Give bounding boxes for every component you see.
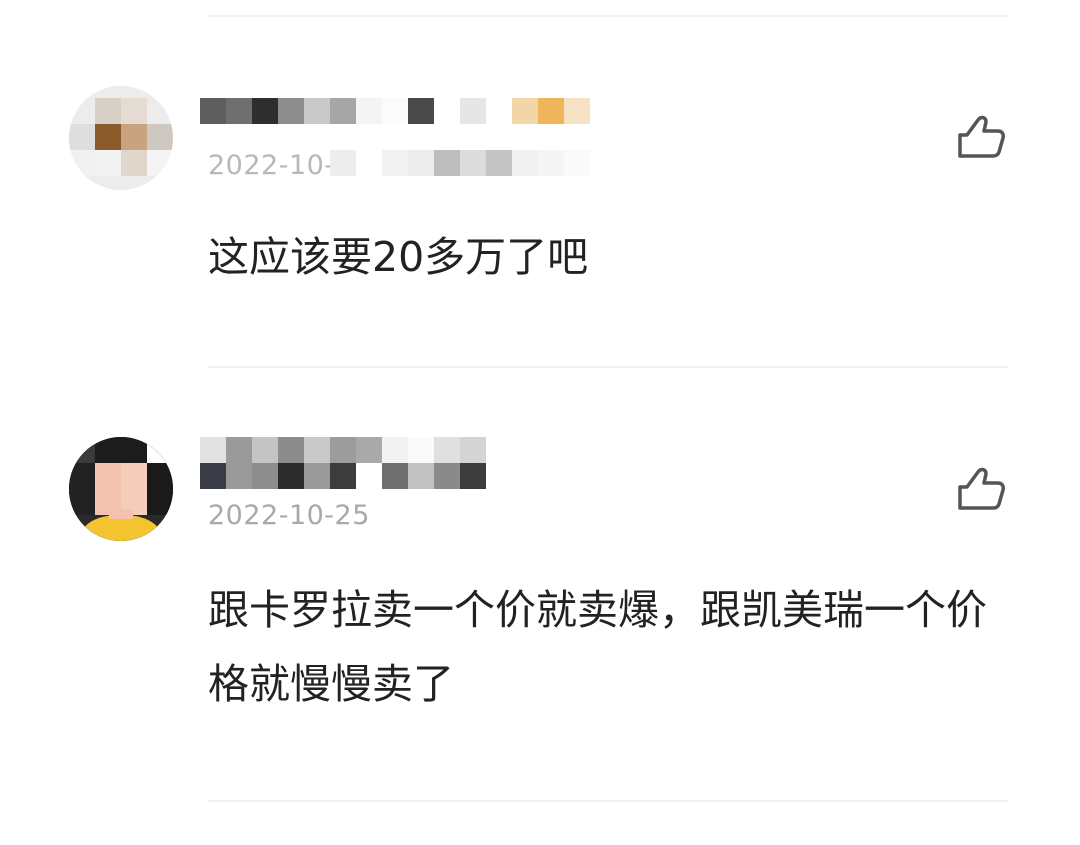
thumbs-up-outline-icon xyxy=(958,115,1005,158)
divider-top xyxy=(208,15,1008,17)
comment-date: 2022-10-25 xyxy=(208,500,370,531)
comment-text: 跟卡罗拉卖一个价就卖爆，跟凯美瑞一个价格就慢慢卖了 xyxy=(208,586,987,708)
thumbs-up-outline-icon xyxy=(958,467,1005,510)
user-avatar[interactable] xyxy=(69,86,173,190)
user-avatar[interactable] xyxy=(69,437,173,541)
comment-list: 2022-10-2 这应该要20多万了吧 2022-10-25 跟卡罗拉卖一个价… xyxy=(0,0,1080,845)
username-redacted[interactable] xyxy=(200,98,590,124)
comment-text: 这应该要20多万了吧 xyxy=(208,233,589,281)
pixelated-avatar-icon xyxy=(69,86,173,190)
divider-bottom xyxy=(208,800,1008,802)
like-button[interactable] xyxy=(956,112,1006,162)
date-redacted xyxy=(330,150,590,176)
like-button[interactable] xyxy=(956,464,1006,514)
person-avatar-icon xyxy=(69,437,173,541)
divider-middle xyxy=(208,366,1008,368)
username-redacted[interactable] xyxy=(200,437,486,489)
